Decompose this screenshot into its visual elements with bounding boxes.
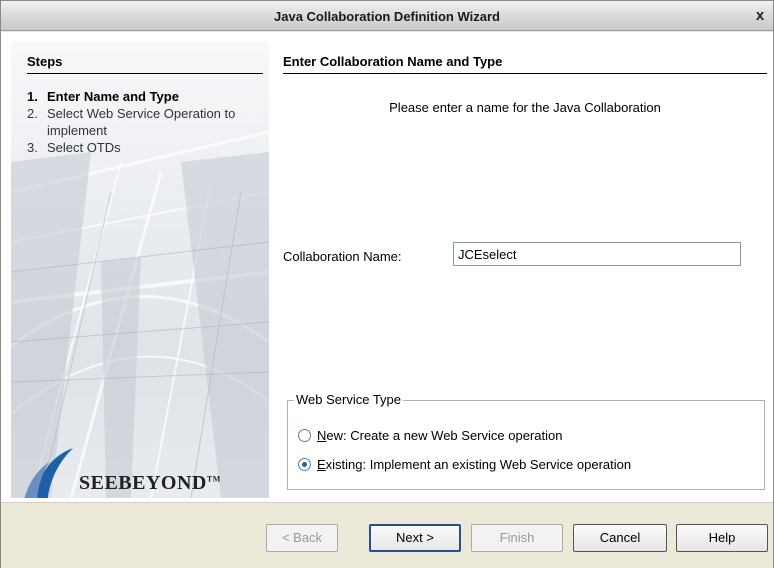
radio-new-label: New: Create a new Web Service operation [317,428,562,443]
step-number: 1. [27,89,38,104]
page-title: Enter Collaboration Name and Type [283,54,503,69]
radio-existing-label: Existing: Implement an existing Web Serv… [317,457,631,472]
instruction-text: Please enter a name for the Java Collabo… [389,100,661,115]
back-button[interactable]: < Back [266,524,338,552]
web-service-type-legend: Web Service Type [294,392,404,407]
step-item-enter-name: 1. Enter Name and Type [27,88,263,105]
mnemonic-e: E [317,457,326,472]
button-bar: < Back Next > Finish Cancel Help [1,502,773,568]
logo-wordmark: SEEBEYONDTM [79,472,221,495]
steps-divider [27,73,263,74]
steps-heading: Steps [27,54,63,69]
steps-list: 1. Enter Name and Type 2. Select Web Ser… [27,88,263,156]
logo-mark-icon [24,448,73,498]
web-service-type-group: Web Service Type New: Create a new Web S… [287,392,765,490]
step-number: 2. [27,106,38,121]
seebeyond-logo: SEEBEYONDTM [21,446,261,498]
radio-existing-operation[interactable]: Existing: Implement an existing Web Serv… [298,457,631,472]
next-button[interactable]: Next > [369,524,461,552]
radio-new-indicator[interactable] [298,429,311,442]
collaboration-name-label: Collaboration Name: [283,249,402,264]
title-divider [283,73,767,74]
radio-new-text: ew: Create a new Web Service operation [326,428,563,443]
wizard-content: Steps 1. Enter Name and Type 2. Select W… [1,32,773,502]
step-number: 3. [27,140,38,155]
step-item-select-otds: 3. Select OTDs [27,139,263,156]
wizard-window: Java Collaboration Definition Wizard x S… [0,0,774,568]
finish-button[interactable]: Finish [471,524,563,552]
logo-text: SEEBEYOND [79,472,207,494]
title-bar[interactable]: Java Collaboration Definition Wizard x [1,1,773,31]
step-item-select-operation: 2. Select Web Service Operation to imple… [27,105,263,139]
window-title: Java Collaboration Definition Wizard [274,9,500,24]
mnemonic-n: N [317,428,327,443]
step-label: Select OTDs [47,140,121,155]
radio-existing-text: xisting: Implement an existing Web Servi… [325,457,632,472]
step-label: Enter Name and Type [47,89,179,104]
main-panel: Enter Collaboration Name and Type Please… [283,42,767,498]
logo-trademark: TM [206,474,221,484]
collaboration-name-input[interactable] [453,242,741,266]
help-button[interactable]: Help [676,524,768,552]
cancel-button[interactable]: Cancel [573,524,667,552]
steps-panel: Steps 1. Enter Name and Type 2. Select W… [11,42,269,498]
step-label: Select Web Service Operation to implemen… [47,106,236,138]
close-icon[interactable]: x [753,8,767,23]
radio-new-operation[interactable]: New: Create a new Web Service operation [298,428,562,443]
radio-existing-indicator[interactable] [298,458,311,471]
